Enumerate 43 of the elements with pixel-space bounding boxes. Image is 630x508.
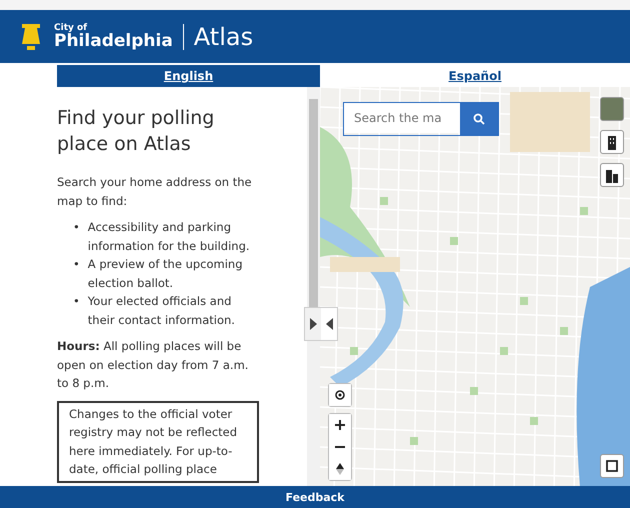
measure-button[interactable]: [600, 454, 624, 478]
small-park-drawing: [380, 197, 388, 205]
city-logo: City of Philadelphia: [54, 24, 184, 50]
buildings-icon: [604, 167, 620, 183]
right-triangle-icon: [310, 318, 316, 330]
small-park-drawing: [410, 437, 418, 445]
minus-icon: [335, 446, 345, 448]
collapse-panel-button[interactable]: [321, 308, 337, 340]
plus-icon: [335, 420, 345, 430]
bullet-marker: •: [73, 219, 80, 236]
small-park-drawing: [350, 347, 358, 355]
app-title: Atlas: [194, 22, 254, 50]
bullet-marker: •: [73, 256, 80, 273]
search-field[interactable]: Search the ma: [343, 102, 499, 136]
notice-text: Changes to the official voter registry may not be reflected here immediately. For up-to-date, official polling place: [57, 400, 259, 482]
locate-icon: [334, 389, 346, 401]
locate-button[interactable]: [329, 384, 351, 406]
small-park-drawing: [450, 237, 458, 245]
bullet-marker: •: [73, 293, 80, 310]
search-button[interactable]: [460, 103, 498, 135]
building-icon: [605, 134, 619, 150]
panel-heading: Find your polling place on Atlas: [57, 106, 216, 157]
small-park-drawing: [520, 297, 528, 305]
buildings-3d-button[interactable]: [600, 130, 624, 154]
hours-text: Hours: All polling places will be open on election day from 7 a.m. to 8 p.m.: [57, 338, 250, 392]
feedback-link[interactable]: Feedback: [286, 490, 344, 504]
search-icon: [473, 113, 485, 125]
square-icon: [606, 460, 618, 472]
small-park-drawing: [560, 327, 568, 335]
bullet-item: A preview of the upcoming election ballot.: [88, 256, 244, 292]
bullet-item: Accessibility and parking information for the building.: [88, 219, 251, 254]
small-park-drawing: [530, 417, 538, 425]
city-buildings-button[interactable]: [600, 163, 624, 187]
intro-text: Search your home address on the map to find:: [57, 174, 253, 210]
small-park-drawing: [580, 207, 588, 215]
bullet-item: Your elected officials and their contact information.: [88, 293, 236, 328]
district-drawing: [330, 257, 400, 272]
scrollbar[interactable]: [307, 87, 320, 486]
left-triangle-icon: [326, 318, 332, 330]
small-park-drawing: [500, 347, 508, 355]
small-park-drawing: [470, 387, 478, 395]
compass-icon: [336, 463, 344, 475]
language-tab[interactable]: English: [57, 65, 320, 87]
